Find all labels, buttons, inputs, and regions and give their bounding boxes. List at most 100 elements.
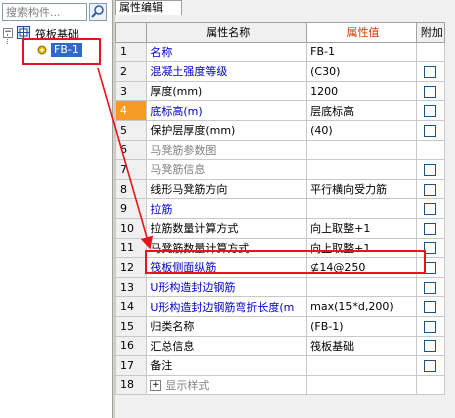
- property-value-cell[interactable]: [306, 198, 417, 219]
- property-row[interactable]: 14 U形构造封边钢筋弯折长度(m max(15*d,200): [114, 296, 446, 317]
- property-name-cell[interactable]: 拉筋: [146, 198, 308, 219]
- property-value-cell[interactable]: [306, 159, 417, 180]
- property-name-cell[interactable]: 马凳筋信息: [146, 159, 308, 180]
- row-number: 6: [114, 139, 148, 161]
- property-row[interactable]: 2 混凝土强度等级 (C30): [114, 61, 446, 82]
- property-value-cell[interactable]: [306, 355, 417, 376]
- extra-checkbox[interactable]: [424, 85, 437, 98]
- property-row[interactable]: 16 汇总信息 筏板基础: [114, 335, 446, 357]
- search-button[interactable]: [89, 3, 107, 21]
- property-name-cell[interactable]: 混凝土强度等级: [146, 61, 308, 82]
- extra-checkbox[interactable]: [424, 183, 437, 196]
- row-number: 13: [114, 276, 148, 298]
- property-value-cell[interactable]: max(15*d,200): [306, 296, 417, 317]
- search-input[interactable]: 搜索构件...: [2, 3, 87, 21]
- property-row[interactable]: 3 厚度(mm) 1200: [114, 80, 446, 102]
- property-name-cell[interactable]: U形构造封边钢筋弯折长度(m: [146, 296, 308, 317]
- property-name-cell[interactable]: 备注: [146, 355, 308, 376]
- property-row[interactable]: 6 马凳筋参数图: [114, 139, 446, 161]
- property-row[interactable]: 18 + 显示样式: [114, 374, 446, 396]
- property-value-cell[interactable]: [306, 374, 417, 396]
- header-property-value: 属性值: [306, 22, 417, 43]
- row-number: 8: [114, 178, 148, 200]
- property-editor-panel: 属性编辑 属性名称 属性值 附加 1 名称 FB-1 2 混凝土强度等级 (C30) 3 厚度…: [114, 0, 455, 418]
- extra-checkbox[interactable]: [424, 242, 437, 255]
- extra-checkbox[interactable]: [424, 340, 437, 353]
- property-value-cell[interactable]: (C30): [306, 61, 417, 82]
- expand-icon[interactable]: +: [150, 380, 162, 392]
- property-name: U形构造封边钢筋: [150, 281, 236, 295]
- extra-checkbox[interactable]: [424, 163, 437, 176]
- property-value-cell[interactable]: 向上取整+1: [306, 217, 417, 239]
- row-number: 2: [114, 61, 148, 82]
- property-value-cell[interactable]: 筏板基础: [306, 335, 417, 357]
- extra-checkbox[interactable]: [424, 261, 437, 274]
- extra-checkbox-cell: [415, 374, 446, 396]
- extra-checkbox[interactable]: [424, 359, 437, 372]
- property-name-cell[interactable]: 汇总信息: [146, 335, 308, 357]
- property-value-cell[interactable]: [306, 276, 417, 298]
- extra-checkbox-cell: [415, 119, 446, 141]
- extra-checkbox-cell: [415, 41, 446, 63]
- extra-checkbox-cell: [415, 100, 446, 121]
- extra-checkbox[interactable]: [424, 281, 437, 294]
- property-name: 马凳筋参数图: [150, 143, 217, 157]
- extra-checkbox[interactable]: [424, 301, 437, 314]
- extra-checkbox[interactable]: [424, 222, 437, 235]
- property-name-cell[interactable]: 马凳筋参数图: [146, 139, 308, 161]
- extra-checkbox-cell: [415, 355, 446, 376]
- property-name-cell[interactable]: 底标高(m): [146, 100, 308, 121]
- property-grid: 属性名称 属性值 附加 1 名称 FB-1 2 混凝土强度等级 (C30) 3 厚度(mm) 1…: [114, 22, 446, 396]
- property-value-cell[interactable]: (FB-1): [306, 315, 417, 337]
- extra-checkbox-cell: [415, 335, 446, 357]
- property-name-cell[interactable]: 拉筋数量计算方式: [146, 217, 308, 239]
- property-name-cell[interactable]: + 显示样式: [146, 374, 308, 396]
- property-name-cell[interactable]: 名称: [146, 41, 308, 63]
- property-name-cell[interactable]: 保护层厚度(mm): [146, 119, 308, 141]
- row-number: 4: [114, 100, 148, 121]
- extra-checkbox[interactable]: [424, 320, 437, 333]
- property-row[interactable]: 9 拉筋: [114, 198, 446, 219]
- property-row[interactable]: 4 底标高(m) 层底标高: [114, 100, 446, 121]
- property-row[interactable]: 8 线形马凳筋方向 平行横向受力筋: [114, 178, 446, 200]
- property-name: 汇总信息: [150, 339, 195, 353]
- property-row[interactable]: 13 U形构造封边钢筋: [114, 276, 446, 298]
- property-value-cell[interactable]: 1200: [306, 80, 417, 102]
- property-row[interactable]: 10 拉筋数量计算方式 向上取整+1: [114, 217, 446, 239]
- property-value-cell[interactable]: 平行横向受力筋: [306, 178, 417, 200]
- tab-property-edit[interactable]: 属性编辑: [115, 0, 182, 15]
- property-name-cell[interactable]: U形构造封边钢筋: [146, 276, 308, 298]
- header-property-name: 属性名称: [146, 22, 308, 43]
- row-number: 15: [114, 315, 148, 337]
- property-name-cell[interactable]: 线形马凳筋方向: [146, 178, 308, 200]
- property-value-cell[interactable]: FB-1: [306, 41, 417, 63]
- vertical-scrollbar[interactable]: [445, 22, 455, 418]
- property-row[interactable]: 17 备注: [114, 355, 446, 376]
- row-number: 9: [114, 198, 148, 219]
- extra-checkbox[interactable]: [424, 203, 437, 216]
- extra-checkbox[interactable]: [424, 105, 437, 118]
- property-row[interactable]: 7 马凳筋信息: [114, 159, 446, 180]
- property-value-cell[interactable]: [306, 139, 417, 161]
- extra-checkbox[interactable]: [424, 65, 437, 78]
- extra-checkbox[interactable]: [424, 124, 437, 137]
- property-name: 马凳筋信息: [150, 163, 206, 177]
- property-row[interactable]: 15 归类名称 (FB-1): [114, 315, 446, 337]
- property-row[interactable]: 5 保护层厚度(mm) (40): [114, 119, 446, 141]
- property-name-cell[interactable]: 归类名称: [146, 315, 308, 337]
- row-number: 5: [114, 119, 148, 141]
- property-name: 备注: [150, 359, 173, 373]
- property-value-cell[interactable]: (40): [306, 119, 417, 141]
- property-name-cell[interactable]: 厚度(mm): [146, 80, 308, 102]
- row-number: 10: [114, 217, 148, 239]
- property-row[interactable]: 1 名称 FB-1: [114, 41, 446, 63]
- row-number: 14: [114, 296, 148, 317]
- row-number: 18: [114, 374, 148, 396]
- property-name: 拉筋: [150, 202, 173, 216]
- property-value-cell[interactable]: 层底标高: [306, 100, 417, 121]
- property-name: 名称: [150, 45, 173, 59]
- tree-collapse-toggle[interactable]: −: [3, 28, 13, 38]
- extra-checkbox-cell: [415, 159, 446, 180]
- extra-checkbox-cell: [415, 139, 446, 161]
- row-number: 3: [114, 80, 148, 102]
